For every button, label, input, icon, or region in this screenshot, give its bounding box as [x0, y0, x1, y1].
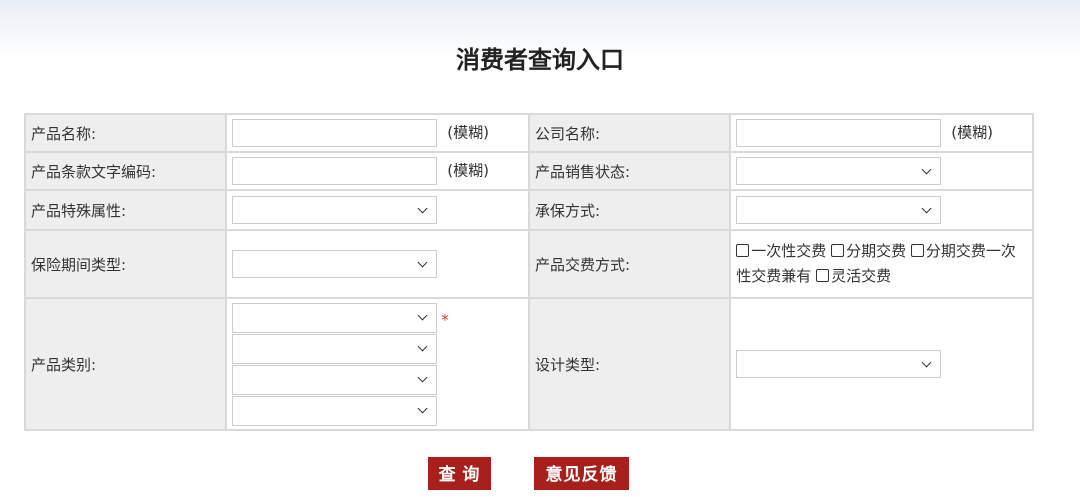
- fuzzy-hint: (模糊): [447, 123, 490, 142]
- required-mark: *: [441, 311, 449, 329]
- category-select-1[interactable]: [232, 302, 438, 333]
- label-product-name: 产品名称:: [23, 113, 228, 153]
- fuzzy-hint: (模糊): [447, 161, 490, 180]
- label-company-name: 公司名称:: [527, 113, 732, 153]
- payment-option-flexible[interactable]: 灵活交费: [816, 267, 891, 285]
- product-name-input[interactable]: [232, 119, 438, 147]
- label-category: 产品类别:: [23, 297, 228, 431]
- checkbox[interactable]: [736, 244, 750, 257]
- special-attr-select[interactable]: [232, 196, 438, 224]
- period-type-select[interactable]: [232, 250, 438, 278]
- page-title: 消费者查询入口: [456, 46, 624, 74]
- label-design: 设计类型:: [527, 297, 732, 431]
- checkbox[interactable]: [816, 269, 830, 282]
- label-underwriting: 承保方式:: [527, 189, 732, 231]
- label-special-attr: 产品特殊属性:: [23, 189, 228, 231]
- clause-code-input[interactable]: [232, 157, 438, 185]
- label-sale-status: 产品销售状态:: [527, 151, 732, 191]
- payment-option-installment[interactable]: 分期交费: [831, 242, 906, 260]
- search-button[interactable]: 查 询: [428, 457, 491, 490]
- sale-status-select[interactable]: [736, 157, 942, 185]
- label-clause-code: 产品条款文字编码:: [23, 151, 228, 191]
- feedback-button[interactable]: 意见反馈: [534, 457, 629, 490]
- category-select-2[interactable]: [232, 333, 438, 364]
- fuzzy-hint: (模糊): [951, 123, 993, 142]
- query-form: 产品名称: (模糊) 公司名称: (模糊) 产品条款文字编码: (模糊) 产品销…: [23, 113, 1034, 431]
- payment-option-lump-sum[interactable]: 一次性交费: [736, 242, 826, 260]
- checkbox[interactable]: [831, 244, 845, 257]
- category-select-4[interactable]: [232, 395, 438, 426]
- label-payment: 产品交费方式:: [527, 229, 732, 299]
- underwriting-select[interactable]: [736, 196, 942, 224]
- design-type-select[interactable]: [736, 350, 942, 378]
- checkbox[interactable]: [910, 244, 924, 257]
- label-period-type: 保险期间类型:: [23, 229, 228, 299]
- category-select-3[interactable]: [232, 364, 438, 395]
- company-name-input[interactable]: [736, 119, 942, 147]
